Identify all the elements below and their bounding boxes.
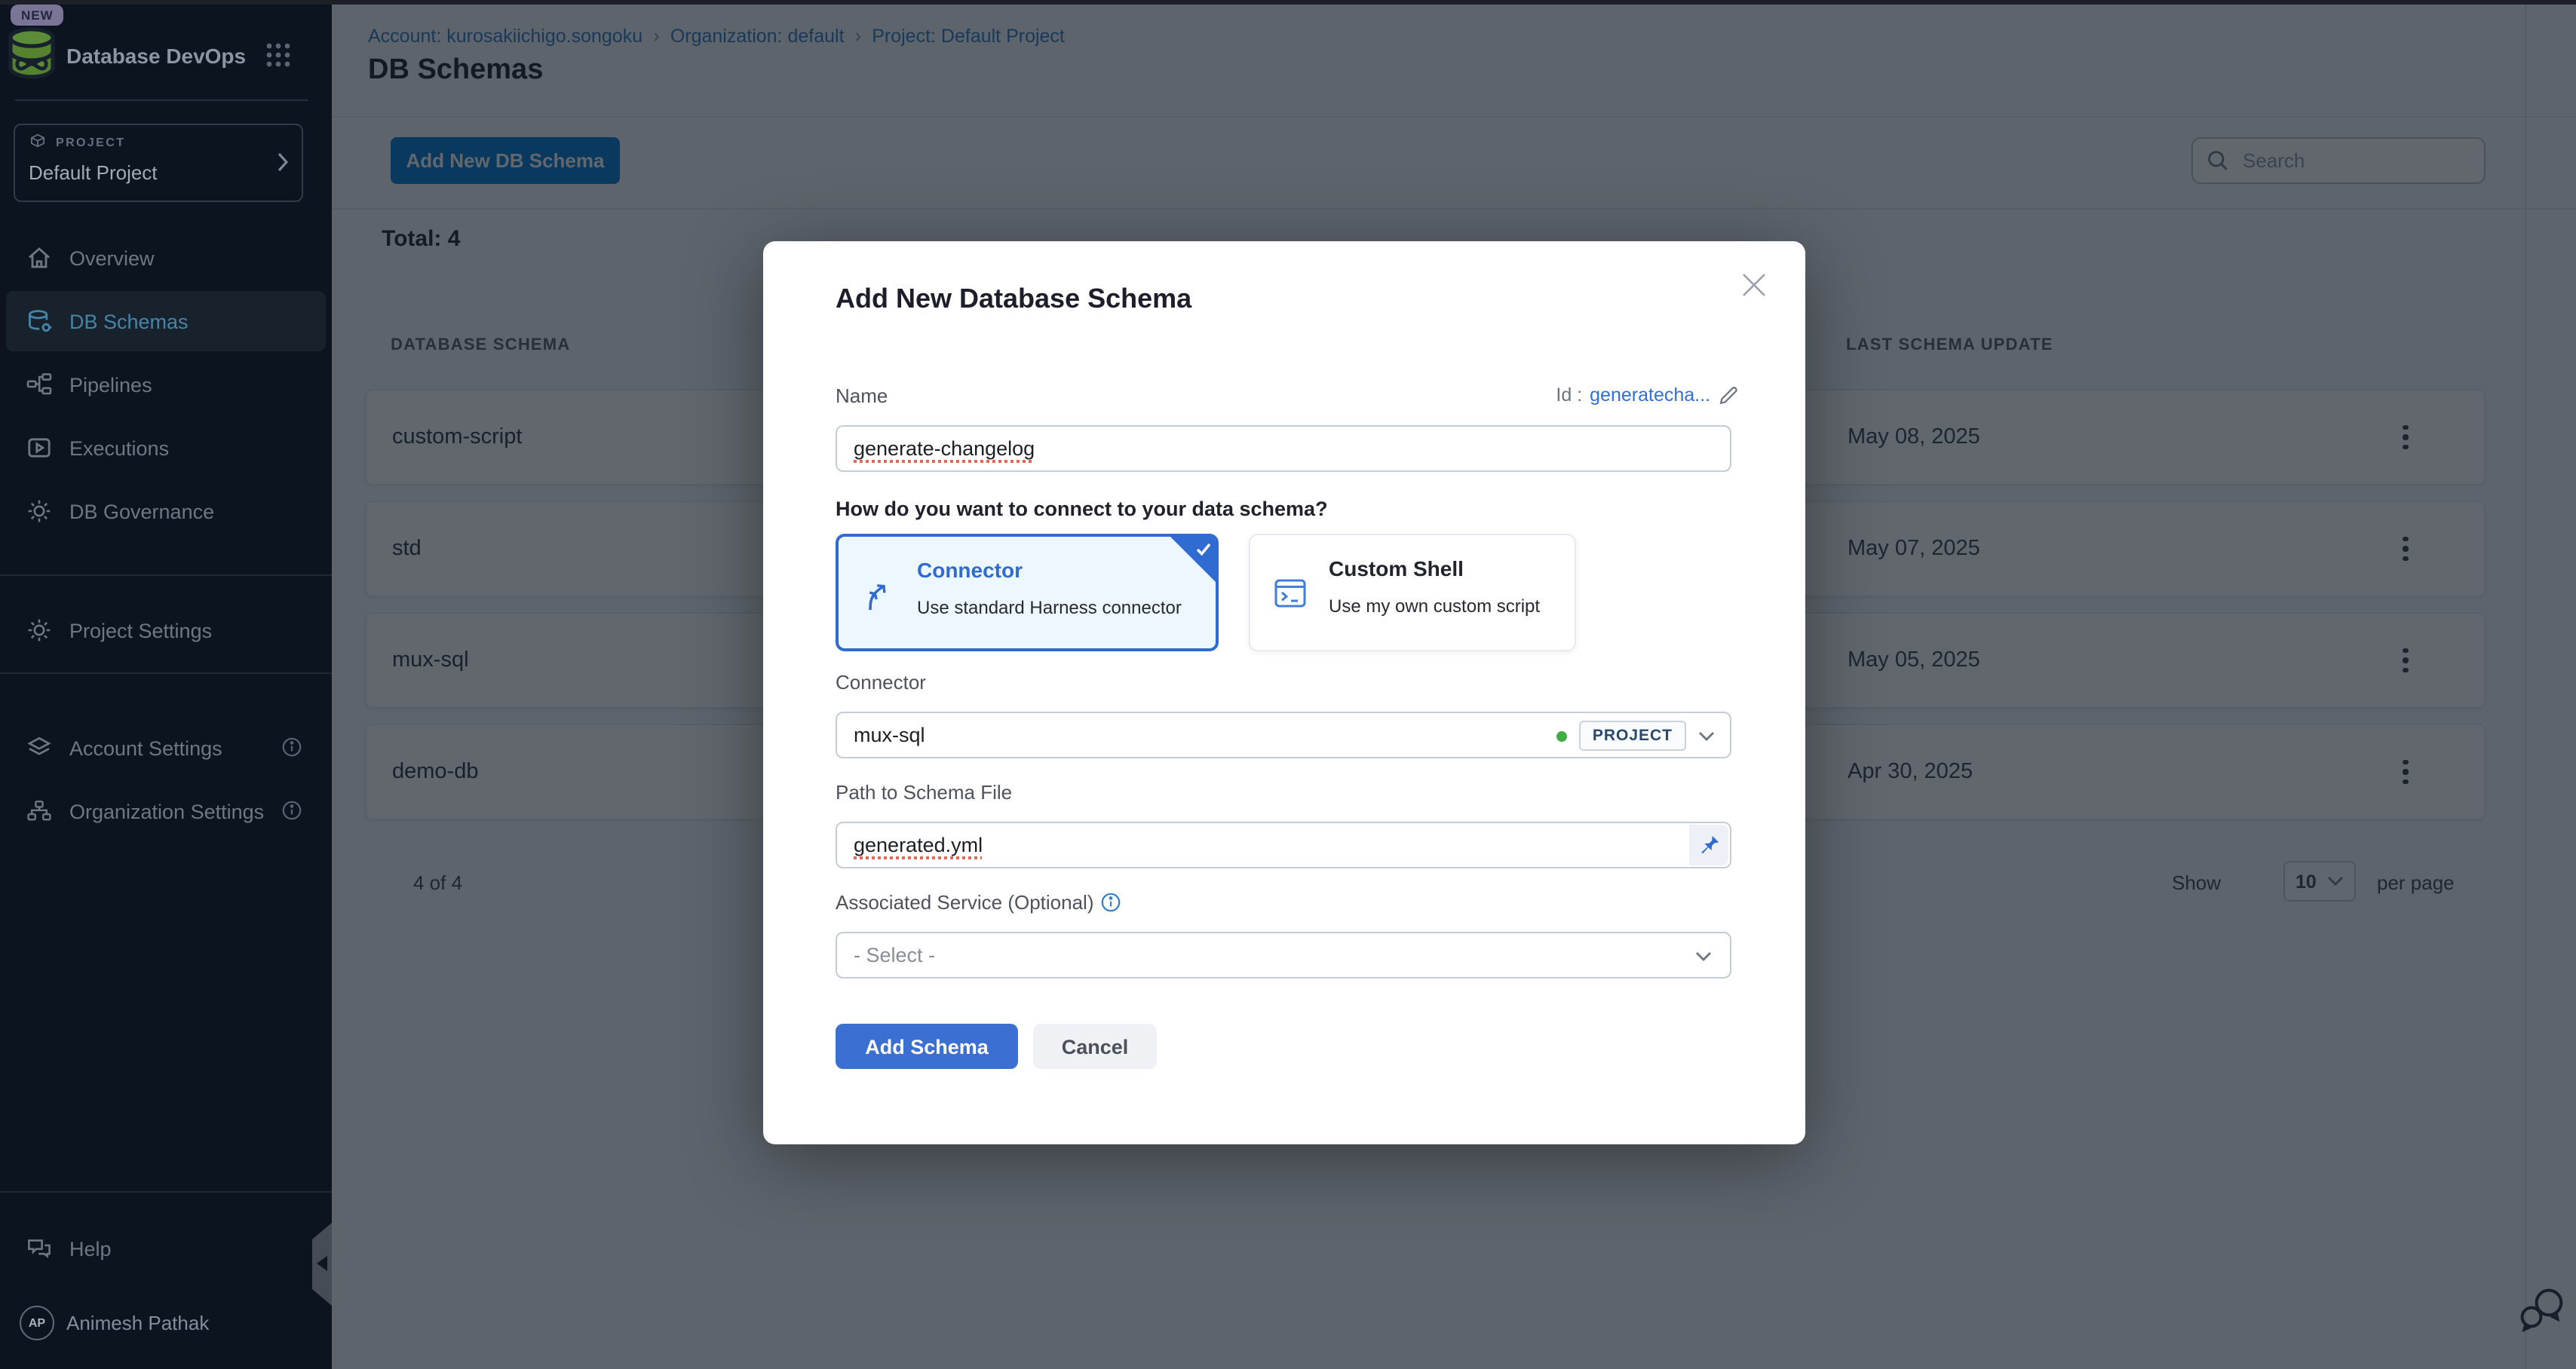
service-select[interactable]: - Select - (836, 932, 1731, 979)
product-title: Database DevOps (66, 44, 246, 68)
sidebar-item-pipelines[interactable]: Pipelines (6, 354, 326, 415)
sidebar-divider (15, 100, 308, 101)
user-avatar[interactable]: AP (20, 1306, 54, 1340)
app-window: NEW Database DevOps PROJECT Default Proj… (0, 0, 2576, 1369)
sidebar-item-organization-settings[interactable]: Organization Settings (6, 781, 326, 841)
connector-scope-badge: PROJECT (1579, 721, 1686, 751)
sidebar-divider (0, 1191, 332, 1193)
connector-select[interactable]: mux-sql PROJECT (836, 712, 1731, 758)
info-icon (282, 801, 302, 820)
sidebar-item-overview[interactable]: Overview (6, 228, 326, 288)
pipelines-icon (26, 371, 53, 398)
window-top-strip (0, 0, 2576, 5)
name-label: Name (836, 384, 888, 407)
add-schema-button[interactable]: Add Schema (836, 1024, 1018, 1069)
connect-question: How do you want to connect to your data … (836, 498, 1328, 520)
path-input[interactable]: generated.yml (836, 822, 1731, 868)
sidebar-item-db-governance[interactable]: DB Governance (6, 481, 326, 541)
sidebar-divider (0, 672, 332, 674)
project-cube-icon (29, 133, 47, 151)
service-value: - Select - (854, 944, 935, 966)
connector-status-dot (1556, 730, 1567, 741)
org-hierarchy-icon (26, 798, 53, 825)
terminal-icon (1271, 574, 1309, 612)
sidebar-item-account-settings[interactable]: Account Settings (6, 718, 326, 778)
info-icon (282, 737, 302, 757)
option-card-connector[interactable]: Connector Use standard Harness connector (836, 534, 1219, 651)
sidebar-item-help[interactable]: Help (6, 1218, 326, 1279)
project-selector[interactable]: PROJECT Default Project (14, 124, 303, 202)
sidebar-item-label: Help (69, 1237, 112, 1260)
path-input-value: generated.yml (854, 834, 983, 856)
chevron-right-icon (278, 152, 288, 172)
sidebar-item-label: Account Settings (69, 737, 222, 759)
sidebar-item-db-schemas[interactable]: DB Schemas (6, 291, 326, 351)
sidebar: NEW Database DevOps PROJECT Default Proj… (0, 0, 332, 1369)
close-icon[interactable] (1737, 268, 1771, 302)
database-devops-logo-icon (6, 26, 57, 80)
connector-fork-icon (860, 576, 897, 614)
user-name[interactable]: Animesh Pathak (66, 1312, 209, 1334)
sidebar-item-executions[interactable]: Executions (6, 418, 326, 478)
modal-title: Add New Database Schema (836, 283, 1191, 315)
sidebar-divider (0, 574, 332, 576)
home-icon (26, 244, 53, 271)
db-schema-icon (26, 308, 53, 335)
connector-value: mux-sql (854, 724, 925, 746)
sidebar-item-label: Organization Settings (69, 800, 264, 822)
schema-id-row: Id : generatecha... (1556, 384, 1739, 406)
sidebar-item-label: Executions (69, 436, 169, 459)
sidebar-item-label: DB Governance (69, 500, 214, 522)
executions-icon (26, 434, 53, 461)
option-card-custom-shell[interactable]: Custom Shell Use my own custom script (1249, 534, 1576, 651)
sidebar-item-project-settings[interactable]: Project Settings (6, 600, 326, 660)
cancel-button[interactable]: Cancel (1033, 1024, 1157, 1069)
collapse-arrow-icon (317, 1256, 327, 1271)
new-badge: NEW (11, 5, 64, 26)
governance-gear-icon (26, 498, 53, 525)
option-title: Custom Shell (1329, 556, 1464, 580)
check-icon (1194, 540, 1213, 558)
pin-icon (1697, 834, 1720, 856)
name-input[interactable]: generate-changelog (836, 425, 1731, 472)
name-input-value: generate-changelog (854, 437, 1035, 460)
project-selector-label: PROJECT (56, 136, 125, 149)
connector-label: Connector (836, 671, 926, 694)
option-title: Connector (917, 558, 1023, 582)
sidebar-item-label: Overview (69, 247, 155, 269)
chevron-down-icon (1695, 951, 1712, 961)
add-schema-modal: Add New Database Schema Name Id : genera… (763, 241, 1805, 1144)
gear-icon (26, 617, 53, 644)
sidebar-item-label: DB Schemas (69, 310, 189, 332)
id-prefix: Id : (1556, 384, 1582, 406)
service-label-row: Associated Service (Optional) (836, 891, 1121, 914)
id-value-link[interactable]: generatecha... (1590, 384, 1710, 406)
info-icon[interactable] (1102, 893, 1121, 912)
app-grid-icon[interactable] (265, 42, 291, 68)
edit-pencil-icon[interactable] (1718, 384, 1739, 406)
chevron-down-icon (1698, 730, 1715, 741)
help-chat-icon (26, 1235, 53, 1262)
project-selector-value: Default Project (29, 161, 158, 184)
path-label: Path to Schema File (836, 781, 1012, 804)
pin-button[interactable] (1689, 825, 1728, 865)
option-subtitle: Use my own custom script (1329, 596, 1540, 617)
layers-icon (26, 734, 53, 761)
option-subtitle: Use standard Harness connector (917, 597, 1182, 618)
sidebar-item-label: Pipelines (69, 373, 152, 396)
service-label: Associated Service (Optional) (836, 891, 1094, 914)
sidebar-item-label: Project Settings (69, 619, 212, 642)
